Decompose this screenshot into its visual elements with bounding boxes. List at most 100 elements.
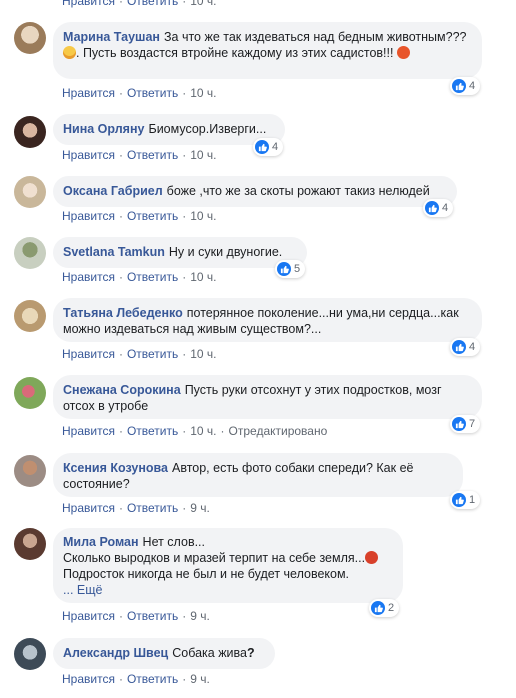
comment-bubble: Александр Швец Собака жива? <box>53 638 275 669</box>
comment-bubble: Svetlana Tamkun Ну и суки двуногие. <box>53 237 307 268</box>
comment-text: Нет слов... <box>142 535 206 549</box>
reply-action[interactable]: Ответить <box>127 0 178 8</box>
comment-author[interactable]: Мила Роман <box>63 535 139 549</box>
comment-actions: Нравится · Ответить · 10 ч. <box>62 270 217 284</box>
reaction-count[interactable]: 2 <box>369 599 400 617</box>
comment-bubble: Марина Таушан За что же так издеваться на… <box>53 22 482 79</box>
reaction-number: 4 <box>469 80 476 92</box>
reply-action[interactable]: Ответить <box>127 672 178 686</box>
avatar[interactable] <box>14 237 46 269</box>
reply-action[interactable]: Ответить <box>127 501 178 515</box>
comment-time[interactable]: 9 ч. <box>190 609 210 623</box>
reaction-count[interactable]: 4 <box>423 199 454 217</box>
comment-time[interactable]: 9 ч. <box>190 672 210 686</box>
comment-author[interactable]: Александр Швец <box>63 646 168 660</box>
reaction-number: 7 <box>469 418 476 430</box>
avatar[interactable] <box>14 116 46 148</box>
reaction-count[interactable]: 4 <box>450 338 481 356</box>
like-action[interactable]: Нравится <box>62 209 115 223</box>
like-icon <box>452 340 466 354</box>
comment-actions: Нравится · Ответить · 10 ч. <box>62 0 217 8</box>
comment-author[interactable]: Нина Орляну <box>63 122 144 136</box>
reply-action[interactable]: Ответить <box>127 424 178 438</box>
like-action[interactable]: Нравится <box>62 424 115 438</box>
like-action[interactable]: Нравится <box>62 609 115 623</box>
comment-text: боже ,что же за скоты рожают такиз нелюд… <box>166 184 430 198</box>
like-icon <box>371 601 385 615</box>
comment-author[interactable]: Оксана Габриел <box>63 184 163 198</box>
comment-text: Ну и суки двуногие. <box>168 245 283 259</box>
comment-text-mark: ? <box>247 646 255 660</box>
like-action[interactable]: Нравится <box>62 148 115 162</box>
reaction-number: 1 <box>469 494 476 506</box>
angry-emoji-icon <box>396 46 410 59</box>
reaction-number: 4 <box>272 141 279 153</box>
comment-actions: Нравится · Ответить · 9 ч. <box>62 609 210 623</box>
comment-actions: Нравится · Ответить · 10 ч. · Отредактировано <box>62 424 328 438</box>
reaction-count[interactable]: 1 <box>450 491 481 509</box>
comment-author[interactable]: Снежана Сорокина <box>63 383 181 397</box>
reaction-count[interactable]: 4 <box>253 138 284 156</box>
avatar[interactable] <box>14 176 46 208</box>
comment-bubble: Снежана Сорокина Пусть руки отсохнут у эт… <box>53 375 482 419</box>
reply-action[interactable]: Ответить <box>127 347 178 361</box>
reaction-count[interactable]: 5 <box>275 260 306 278</box>
comment-time[interactable]: 10 ч. <box>190 148 216 162</box>
like-icon <box>255 140 269 154</box>
comment-actions: Нравится · Ответить · 9 ч. <box>62 672 210 686</box>
comment-time[interactable]: 10 ч. <box>190 424 216 438</box>
like-action[interactable]: Нравится <box>62 0 115 8</box>
comment-bubble: Нина Орляну Биомусор.Изверги... <box>53 114 285 145</box>
like-icon <box>425 201 439 215</box>
comment-bubble: Мила Роман Нет слов... Сколько выродков и… <box>53 528 403 603</box>
like-action[interactable]: Нравится <box>62 270 115 284</box>
avatar[interactable] <box>14 300 46 332</box>
reply-action[interactable]: Ответить <box>127 148 178 162</box>
crying-emoji-icon <box>63 46 76 59</box>
like-action[interactable]: Нравится <box>62 501 115 515</box>
like-action[interactable]: Нравится <box>62 347 115 361</box>
comment-time[interactable]: 10 ч. <box>190 0 216 8</box>
avatar[interactable] <box>14 528 46 560</box>
like-icon <box>452 493 466 507</box>
reply-action[interactable]: Ответить <box>127 609 178 623</box>
comment-time[interactable]: 10 ч. <box>190 347 216 361</box>
reaction-number: 2 <box>388 602 395 614</box>
comment-bubble: Оксана Габриел боже ,что же за скоты рожа… <box>53 176 457 207</box>
comment-author[interactable]: Татьяна Лебеденко <box>63 306 183 320</box>
reaction-number: 5 <box>294 263 301 275</box>
comment-time[interactable]: 10 ч. <box>190 209 216 223</box>
comment-actions: Нравится · Ответить · 10 ч. <box>62 86 217 100</box>
comment-author[interactable]: Марина Таушан <box>63 30 160 44</box>
comment-text: . Пусть воздастся втройне каждому из эти… <box>76 46 394 60</box>
comment-author[interactable]: Ксения Козунова <box>63 461 168 475</box>
like-action[interactable]: Нравится <box>62 672 115 686</box>
comment-author[interactable]: Svetlana Tamkun <box>63 245 165 259</box>
comment-text: За что же так издеваться над бедным живо… <box>163 30 467 44</box>
avatar[interactable] <box>14 377 46 409</box>
avatar[interactable] <box>14 22 46 54</box>
comment-text: Сколько выродков и мразей терпит на себе… <box>63 551 366 565</box>
comment-time[interactable]: 10 ч. <box>190 270 216 284</box>
reply-action[interactable]: Ответить <box>127 209 178 223</box>
comment-actions: Нравится · Ответить · 10 ч. <box>62 148 217 162</box>
reply-action[interactable]: Ответить <box>127 270 178 284</box>
like-icon <box>277 262 291 276</box>
comment-time[interactable]: 9 ч. <box>190 501 210 515</box>
avatar[interactable] <box>14 455 46 487</box>
reaction-number: 4 <box>442 202 449 214</box>
reaction-count[interactable]: 4 <box>450 77 481 95</box>
like-icon <box>452 79 466 93</box>
see-more-link[interactable]: ... Ещё <box>63 583 102 597</box>
comment-bubble: Татьяна Лебеденко потерянное поколение...… <box>53 298 482 342</box>
reply-action[interactable]: Ответить <box>127 86 178 100</box>
avatar[interactable] <box>14 638 46 670</box>
like-icon <box>452 417 466 431</box>
comment-actions: Нравится · Ответить · 10 ч. <box>62 209 217 223</box>
comment-actions: Нравится · Ответить · 10 ч. <box>62 347 217 361</box>
comment-text: Подросток никогда не был и не будет чело… <box>63 567 350 581</box>
edited-label[interactable]: Отредактировано <box>229 424 328 438</box>
reaction-count[interactable]: 7 <box>450 415 481 433</box>
like-action[interactable]: Нравится <box>62 86 115 100</box>
comment-time[interactable]: 10 ч. <box>190 86 216 100</box>
